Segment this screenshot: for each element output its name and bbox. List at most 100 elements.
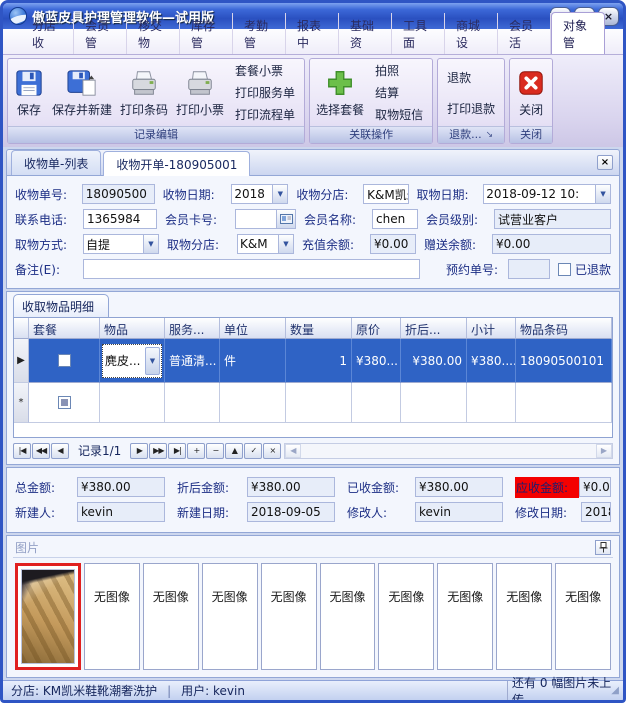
phone-field[interactable]: 1365984 [83,209,157,229]
dialog-launcher-icon[interactable]: ↘ [486,127,494,143]
nav-prev-button[interactable]: ◀ [51,443,69,459]
empty-thumbnail[interactable]: 无图像 [320,563,376,670]
ribbon-tab-transfer[interactable]: 移交物 [127,13,180,54]
member-card-icon[interactable] [276,210,295,228]
print-barcode-button[interactable]: 打印条码 [117,66,171,120]
receipt-store-field[interactable]: K&M凯米 [363,184,408,204]
resize-grip-icon[interactable]: ◢ [611,685,619,696]
choose-package-button[interactable]: 选择套餐 [313,66,367,120]
receipt-date-dropdown[interactable]: 2018▼ [231,184,288,204]
column-header-item[interactable]: 物品 [100,318,165,339]
column-header-service[interactable]: 服务... [165,318,220,339]
print-service-sheet-button[interactable]: 打印服务单 [233,83,297,102]
ribbon-tab-mall[interactable]: 商城设 [445,13,498,54]
nav-post-button[interactable]: ✓ [244,443,262,459]
nav-cancel-button[interactable]: × [263,443,281,459]
empty-thumbnail[interactable]: 无图像 [378,563,434,670]
empty-thumbnail[interactable]: 无图像 [555,563,611,670]
close-form-button[interactable]: 关闭 [513,66,549,120]
gift-balance-label: 赠送余额: [424,236,492,253]
settle-button[interactable]: 结算 [373,83,425,102]
ribbon-tab-basedata[interactable]: 基础资 [339,13,392,54]
column-header-barcode[interactable]: 物品条码 [516,318,612,339]
group-caption-refund: 退款... ↘ [438,126,504,143]
item-photo-thumbnail[interactable] [15,563,81,670]
items-detail-tab[interactable]: 收取物品明细 [13,294,109,317]
nav-last-button[interactable]: ▶| [168,443,186,459]
print-receipt-button[interactable]: 打印小票 [173,66,227,120]
nav-next-page-button[interactable]: ▶▶ [149,443,167,459]
scroll-right-icon[interactable]: ▶ [596,444,612,458]
tab-receipt-list[interactable]: 收物单-列表 [11,150,101,175]
ribbon-tab-branch-receive[interactable]: 分店收 [21,13,74,54]
package-ticket-button[interactable]: 套餐小票 [233,61,297,80]
ribbon-tab-tools[interactable]: 工具面 [392,13,445,54]
column-header-price[interactable]: 原价 [352,318,401,339]
package-checkbox-cell[interactable] [29,339,100,383]
unit-cell[interactable]: 件 [220,339,286,383]
qty-cell[interactable]: 1 [286,339,352,383]
ribbon-tab-inventory[interactable]: 库存管 [180,13,233,54]
pickup-store-dropdown[interactable]: K&M▼ [237,234,294,254]
barcode-cell[interactable]: 18090500101 [516,339,612,383]
save-button[interactable]: 保存 [11,66,47,120]
row-indicator-header [14,318,29,339]
total-amount-field: ¥380.00 [77,477,165,497]
column-header-subtotal[interactable]: 小计 [467,318,516,339]
choose-package-label: 选择套餐 [316,101,364,118]
print-refund-button[interactable]: 打印退款 [445,99,497,118]
discount-price-cell[interactable]: ¥380.00 [401,339,467,383]
tab-receipt-order[interactable]: 收物开单-180905001 [103,151,250,176]
ribbon-group-record-edit: 保存 保存并新建 打印条码 [7,58,305,144]
column-header-unit[interactable]: 单位 [220,318,286,339]
booking-no-field [508,259,550,279]
pickup-sms-button[interactable]: 取物短信 [373,105,425,124]
save-and-new-button[interactable]: 保存并新建 [49,66,115,120]
nav-prev-page-button[interactable]: ◀◀ [32,443,50,459]
refund-button[interactable]: 退款 [445,68,497,87]
pictures-caption: 图片 [15,539,595,556]
empty-thumbnail[interactable]: 无图像 [261,563,317,670]
nav-first-button[interactable]: |◀ [13,443,31,459]
items-grid: 套餐 物品 服务... 单位 数量 原价 折后... 小计 物品条码 ▶ 麂皮.… [13,317,613,438]
red-x-icon [516,68,546,98]
column-header-qty[interactable]: 数量 [286,318,352,339]
nav-delete-button[interactable]: − [206,443,224,459]
empty-thumbnail[interactable]: 无图像 [437,563,493,670]
grid-horizontal-scrollbar[interactable]: ◀ ▶ [284,443,613,459]
price-cell[interactable]: ¥380... [352,339,401,383]
empty-thumbnail[interactable]: 无图像 [84,563,140,670]
ribbon-tab-attendance[interactable]: 考勤管 [233,13,286,54]
column-header-discount[interactable]: 折后... [401,318,467,339]
tab-close-icon[interactable]: × [597,155,613,170]
current-row-indicator: ▶ [14,339,29,383]
pin-icon[interactable] [595,540,611,555]
take-photo-button[interactable]: 拍照 [373,61,425,80]
empty-thumbnail[interactable]: 无图像 [143,563,199,670]
print-workflow-sheet-button[interactable]: 打印流程单 [233,105,297,124]
ribbon-tab-reports[interactable]: 报表中 [286,13,339,54]
floppy-new-icon [67,68,97,98]
status-user: 用户: kevin [181,682,245,699]
ribbon-tab-objects[interactable]: 对象管 [551,12,605,54]
column-header-package[interactable]: 套餐 [29,318,100,339]
ribbon-tab-members[interactable]: 会员管 [74,13,127,54]
pickup-method-dropdown[interactable]: 自提▼ [83,234,159,254]
empty-thumbnail[interactable]: 无图像 [202,563,258,670]
member-card-field[interactable] [235,209,296,229]
service-cell[interactable]: 普通清... [165,339,220,383]
scroll-left-icon[interactable]: ◀ [285,444,301,458]
item-cell-editor[interactable]: 麂皮...▼ [100,339,165,383]
new-row-package-checkbox[interactable] [29,383,100,423]
subtotal-cell[interactable]: ¥380.... [467,339,516,383]
member-name-field[interactable]: chen [372,209,418,229]
nav-edit-button[interactable]: ▲ [225,443,243,459]
nav-append-button[interactable]: + [187,443,205,459]
ribbon-tab-activity[interactable]: 会员活 [498,13,551,54]
remark-field[interactable] [83,259,420,279]
app-window: 傲蓝皮具护理管理软件—试用版 – □ × 分店收 会员管 移交物 库存管 考勤管… [0,0,626,703]
pickup-date-dropdown[interactable]: 2018-09-12 10:▼ [483,184,611,204]
empty-thumbnail[interactable]: 无图像 [496,563,552,670]
nav-next-button[interactable]: ▶ [130,443,148,459]
refunded-checkbox[interactable] [558,263,571,276]
